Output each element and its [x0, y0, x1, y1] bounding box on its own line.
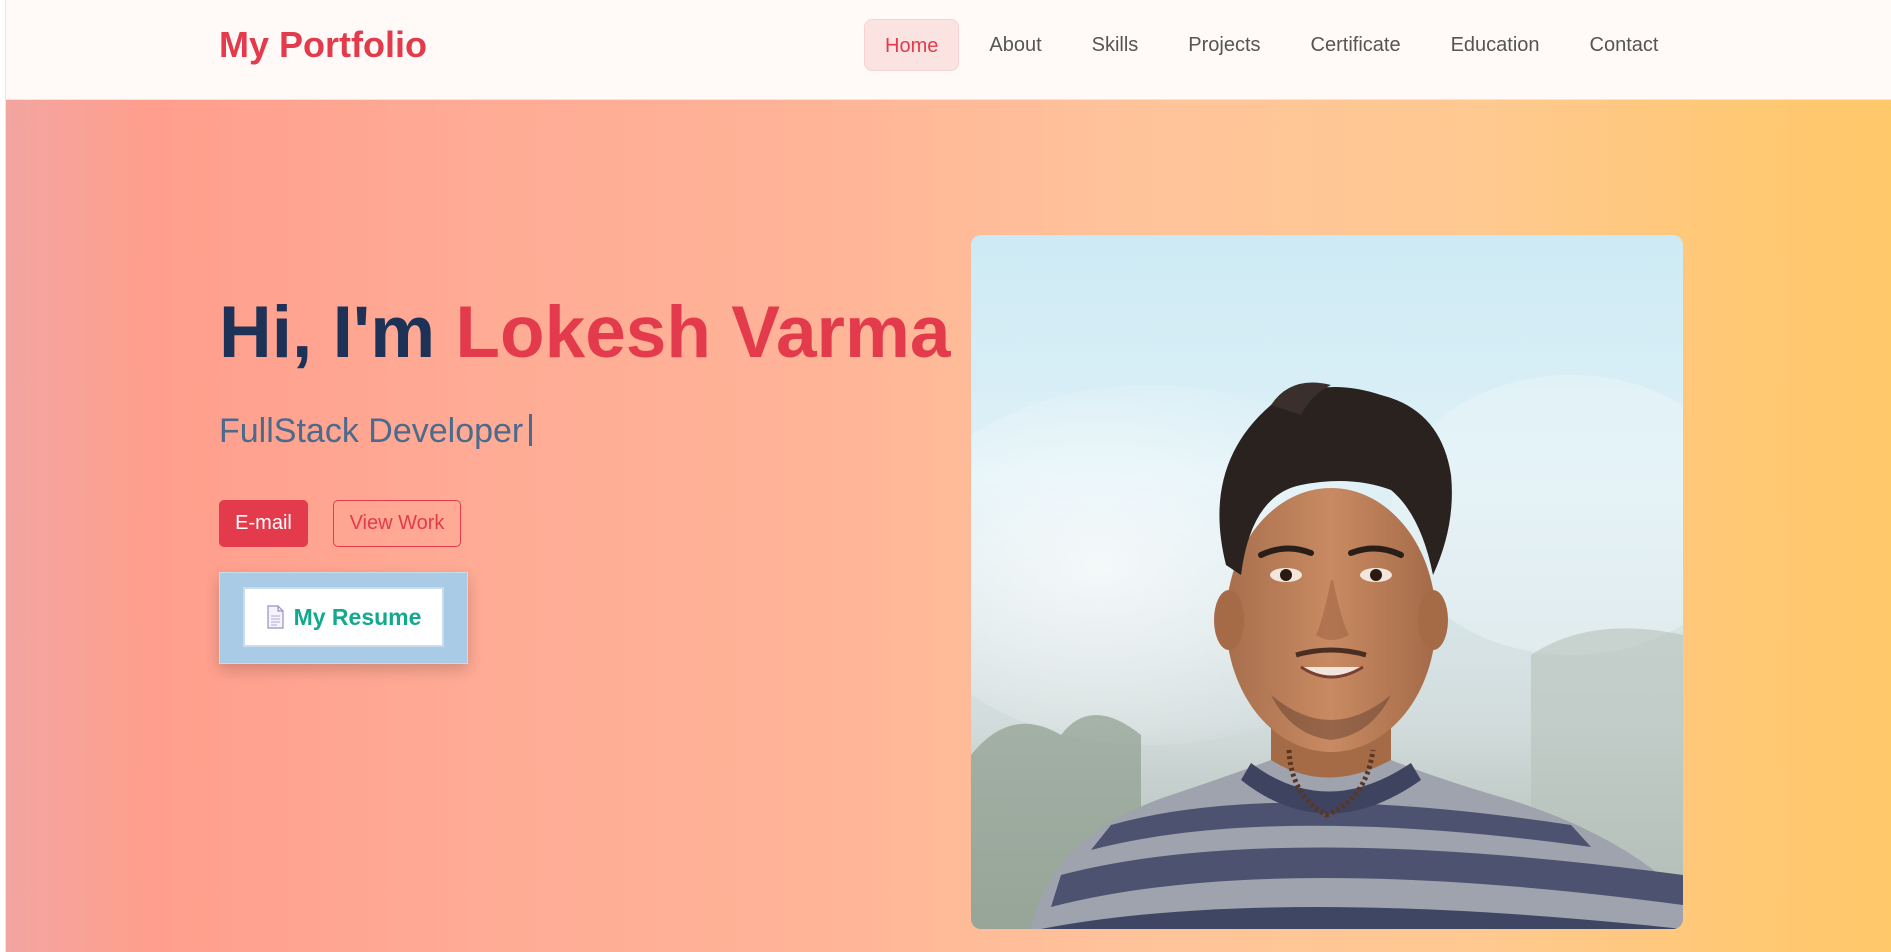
- nav-item-projects[interactable]: Projects: [1168, 19, 1280, 71]
- hero-name: Lokesh Varma: [455, 292, 951, 373]
- nav-item-skills[interactable]: Skills: [1072, 19, 1159, 71]
- window-left-edge: [0, 0, 6, 952]
- hero-role-text: FullStack Developer: [219, 412, 524, 450]
- view-work-button[interactable]: View Work: [333, 500, 461, 547]
- hero-heading: Hi, I'm Lokesh Varma: [219, 296, 950, 369]
- nav-item-certificate[interactable]: Certificate: [1291, 19, 1421, 71]
- nav-item-contact[interactable]: Contact: [1570, 19, 1679, 71]
- profile-photo: [971, 235, 1683, 929]
- typing-caret: [529, 414, 533, 446]
- resume-card: My Resume: [219, 572, 468, 664]
- nav-item-education[interactable]: Education: [1431, 19, 1560, 71]
- nav-item-about[interactable]: About: [969, 19, 1061, 71]
- hero-section: Hi, I'm Lokesh Varma FullStack Developer…: [5, 100, 1891, 952]
- hero-greeting: Hi, I'm: [219, 292, 436, 373]
- nav-item-home[interactable]: Home: [864, 19, 960, 71]
- resume-label: My Resume: [293, 603, 422, 630]
- resume-button[interactable]: My Resume: [243, 587, 444, 647]
- email-button[interactable]: E-mail: [219, 500, 308, 547]
- hero-subtitle: FullStack Developer: [219, 412, 533, 451]
- main-nav: Home About Skills Projects Certificate E…: [864, 19, 1688, 71]
- brand-logo[interactable]: My Portfolio: [219, 24, 427, 66]
- document-icon: [266, 605, 284, 629]
- navbar: My Portfolio Home About Skills Projects …: [5, 0, 1891, 100]
